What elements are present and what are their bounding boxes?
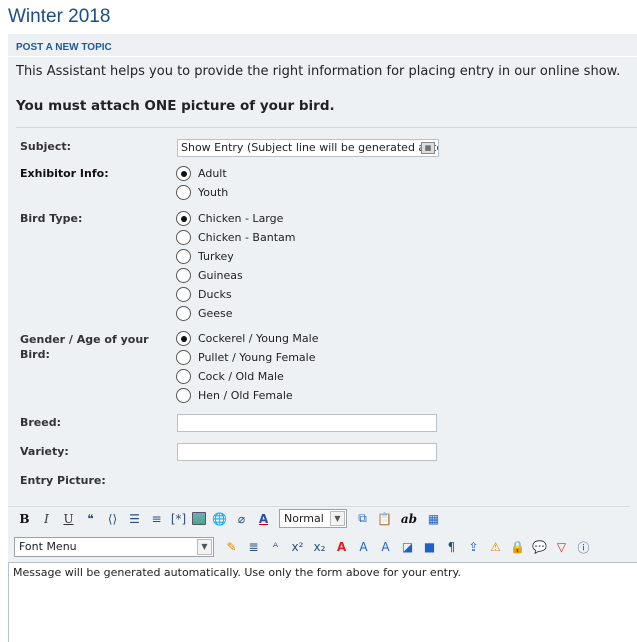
radio-option-hen[interactable]: Hen / Old Female [176, 386, 318, 405]
radio-button[interactable] [176, 230, 191, 245]
copy-icon[interactable]: ⧉ [354, 510, 371, 527]
radio-label: Pullet / Young Female [198, 351, 316, 364]
chevron-down-icon[interactable]: ▼ [330, 511, 345, 526]
message-editor[interactable]: Message will be generated automatically.… [8, 562, 637, 642]
font-menu-select[interactable]: Font Menu ▼ [14, 537, 214, 557]
radio-button[interactable] [176, 166, 191, 181]
bold-button[interactable]: B [16, 510, 33, 527]
radio-option-ducks[interactable]: Ducks [176, 285, 295, 304]
warning-icon[interactable]: ⚠ [487, 539, 504, 556]
radio-label: Chicken - Bantam [198, 231, 296, 244]
gradient-icon[interactable]: ■ [421, 539, 438, 556]
radio-button[interactable] [176, 249, 191, 264]
breed-label: Breed: [20, 416, 62, 429]
radio-button[interactable] [176, 331, 191, 346]
gender-age-radio-group: Cockerel / Young Male Pullet / Young Fem… [176, 329, 318, 405]
radio-label: Youth [198, 186, 229, 199]
radio-option-chicken-large[interactable]: Chicken - Large [176, 209, 295, 228]
flash-icon[interactable]: ⌀ [233, 510, 250, 527]
radio-label: Guineas [198, 269, 243, 282]
exhibitor-label: Exhibitor Info: [20, 167, 109, 180]
link-icon[interactable]: 🌐 [211, 510, 228, 527]
subscript-icon[interactable]: x₂ [311, 539, 328, 556]
radio-label: Hen / Old Female [198, 389, 293, 402]
speech-icon[interactable]: 💬 [531, 539, 548, 556]
highlight-icon[interactable]: ✎ [223, 539, 240, 556]
variety-label: Variety: [20, 445, 69, 458]
form-divider [16, 127, 637, 128]
direction-icon[interactable]: ¶ [443, 539, 460, 556]
info-icon[interactable]: ⓘ [575, 539, 592, 556]
font-size-select[interactable]: Normal ▼ [279, 509, 347, 528]
panel-header: POST A NEW TOPIC [16, 42, 112, 53]
radio-button[interactable] [176, 211, 191, 226]
header-divider [8, 56, 637, 57]
spellcheck-button[interactable]: ab [398, 510, 420, 527]
radio-option-geese[interactable]: Geese [176, 304, 295, 323]
variety-input[interactable] [177, 443, 437, 461]
intro-text: This Assistant helps you to provide the … [16, 64, 621, 79]
image-icon[interactable] [192, 512, 206, 525]
gender-age-label: Gender / Age of your Bird: [20, 333, 149, 361]
font-size-value: Normal [284, 512, 324, 525]
radio-label: Cockerel / Young Male [198, 332, 319, 345]
radio-button[interactable] [176, 388, 191, 403]
radio-button[interactable] [176, 287, 191, 302]
radio-label: Adult [198, 167, 227, 180]
attach-warning: You must attach ONE picture of your bird… [16, 98, 335, 114]
radio-button[interactable] [176, 185, 191, 200]
spoiler-icon[interactable]: ▽ [553, 539, 570, 556]
glow-a-icon[interactable]: A [377, 539, 394, 556]
radio-label: Cock / Old Male [198, 370, 284, 383]
entry-picture-label: Entry Picture: [20, 474, 106, 487]
red-a-icon[interactable]: A [333, 539, 350, 556]
subject-field[interactable]: Show Entry (Subject line will be generat… [177, 139, 439, 157]
breed-input[interactable] [177, 414, 437, 432]
italic-button[interactable]: I [38, 510, 55, 527]
bird-type-radio-group: Chicken - Large Chicken - Bantam Turkey … [176, 209, 295, 323]
radio-label: Ducks [198, 288, 232, 301]
radio-label: Turkey [198, 250, 234, 263]
lock-icon[interactable]: 🔒 [509, 539, 526, 556]
shadow-a-icon[interactable]: A [355, 539, 372, 556]
bullet-list-icon[interactable]: ☰ [126, 510, 143, 527]
radio-button[interactable] [176, 306, 191, 321]
radio-label: Geese [198, 307, 233, 320]
align-icon[interactable]: ≣ [245, 539, 262, 556]
bird-type-label: Bird Type: [20, 212, 83, 225]
subject-value: Show Entry (Subject line will be generat… [181, 141, 439, 154]
radio-option-adult[interactable]: Adult [176, 164, 228, 183]
radio-label: Chicken - Large [198, 212, 284, 225]
upload-icon[interactable]: ⇪ [465, 539, 482, 556]
font-menu-value: Font Menu [19, 540, 77, 553]
superscript-icon[interactable]: x² [289, 539, 306, 556]
quote-icon[interactable]: ❝ [82, 510, 99, 527]
exhibitor-radio-group: Adult Youth [176, 164, 228, 202]
radio-option-cockerel[interactable]: Cockerel / Young Male [176, 329, 318, 348]
radio-option-guineas[interactable]: Guineas [176, 266, 295, 285]
radio-option-cock[interactable]: Cock / Old Male [176, 367, 318, 386]
page-title: Winter 2018 [8, 6, 111, 27]
radio-option-pullet[interactable]: Pullet / Young Female [176, 348, 318, 367]
fade-icon[interactable]: ◪ [399, 539, 416, 556]
subject-label: Subject: [20, 140, 72, 153]
strikethrough-icon[interactable]: ᴬ [267, 539, 284, 556]
paste-icon[interactable]: 📋 [376, 510, 393, 527]
radio-button[interactable] [176, 350, 191, 365]
radio-button[interactable] [176, 268, 191, 283]
chevron-down-icon[interactable]: ▼ [197, 539, 212, 555]
font-color-icon[interactable]: A [255, 510, 272, 527]
field-helper-icon[interactable]: ▦ [421, 142, 435, 154]
editor-toolbar-extras: Font Menu ▼ ✎ ≣ ᴬ x² x₂ A A A ◪ ■ ¶ ⇪ ⚠ … [8, 534, 629, 560]
radio-option-turkey[interactable]: Turkey [176, 247, 295, 266]
editor-toolbar-formatting: B I U ❝ ⟨⟩ ☰ ≡ [*] 🌐 ⌀ A Normal ▼ ⧉ 📋 ab… [8, 506, 629, 530]
numbered-list-icon[interactable]: ≡ [148, 510, 165, 527]
table-icon[interactable]: ▦ [425, 510, 442, 527]
radio-button[interactable] [176, 369, 191, 384]
list-item-icon[interactable]: [*] [170, 510, 187, 527]
radio-option-youth[interactable]: Youth [176, 183, 228, 202]
radio-option-chicken-bantam[interactable]: Chicken - Bantam [176, 228, 295, 247]
code-icon[interactable]: ⟨⟩ [104, 510, 121, 527]
underline-button[interactable]: U [60, 510, 77, 527]
